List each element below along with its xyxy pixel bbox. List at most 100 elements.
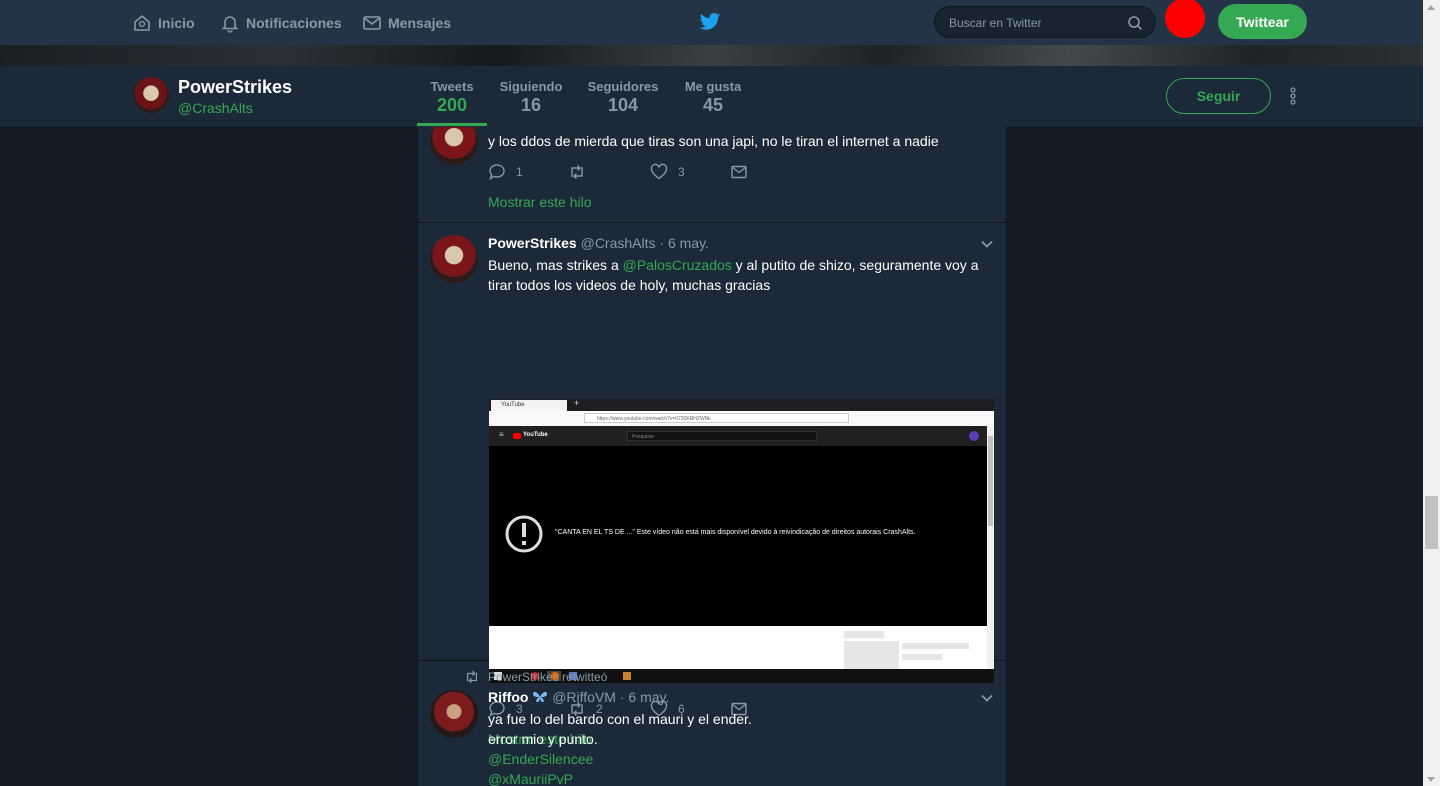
show-thread-link[interactable]: Mostrar este hilo	[488, 194, 591, 210]
browser-scrollbar-thumb	[988, 436, 993, 526]
tweet-text: ya fue lo del bardo con el mauri y el en…	[488, 709, 998, 786]
youtube-header: ≡ YouTube Pesquisar	[489, 426, 987, 446]
dm-action[interactable]	[730, 163, 748, 181]
stat-label: Siguiendo	[499, 79, 563, 94]
browser-urlbar: https://www.youtube.com/watch?v=0730KRHZ…	[489, 411, 994, 427]
browser-tab: YouTube	[491, 400, 567, 411]
active-tab-indicator	[417, 123, 487, 126]
user-avatar[interactable]	[1165, 0, 1205, 38]
tweet-text: y los ddos de mierda que tiras son una j…	[488, 133, 939, 149]
stat-likes[interactable]: Me gusta 45	[680, 79, 746, 116]
browser-scrollbar	[987, 426, 994, 669]
profile-nav: PowerStrikes @CrashAlts Tweets 200 Sigui…	[0, 66, 1423, 128]
tweet-avatar[interactable]	[430, 127, 478, 165]
top-nav: Inicio Notificaciones Mensajes Twittear	[0, 0, 1423, 45]
like-action[interactable]: 3	[650, 163, 685, 181]
author-handle[interactable]: @RiffoVM	[552, 689, 616, 705]
search-icon[interactable]	[1127, 15, 1143, 31]
tweet[interactable]: PowerStrikes @CrashAlts · 6 may. Bueno, …	[418, 223, 1006, 747]
tweet[interactable]: PowerStrikes retwitteó Riffoo @RiffoVM ·…	[418, 661, 1006, 786]
stat-value: 45	[702, 95, 724, 115]
author-name[interactable]: Riffoo	[488, 689, 528, 705]
profile-name[interactable]: PowerStrikes	[178, 77, 292, 98]
scroll-up-arrow[interactable]	[1427, 5, 1435, 10]
tweet-header: PowerStrikes @CrashAlts · 6 may.	[488, 235, 709, 251]
separator-dot: ·	[619, 689, 625, 705]
nav-home-label: Inicio	[158, 15, 195, 31]
youtube-avatar	[969, 431, 979, 441]
retweet-icon	[571, 165, 583, 179]
tweet-avatar[interactable]	[430, 690, 478, 738]
stat-followers[interactable]: Seguidores 104	[584, 79, 662, 116]
reply-icon	[489, 164, 505, 181]
nav-messages[interactable]: Mensajes	[362, 12, 451, 34]
retweet-action[interactable]	[568, 163, 596, 181]
like-count: 3	[678, 165, 685, 179]
nav-notifications-label: Notificaciones	[246, 15, 342, 31]
tweet-avatar[interactable]	[430, 235, 478, 283]
chevron-down-icon[interactable]	[980, 237, 994, 251]
profile-banner	[0, 45, 1423, 66]
stat-value: 104	[607, 95, 639, 115]
author-name[interactable]: PowerStrikes	[488, 235, 577, 251]
nav-messages-label: Mensajes	[388, 15, 452, 31]
reply-action[interactable]: 1	[488, 163, 523, 181]
search-input[interactable]	[947, 7, 1121, 39]
stat-label: Seguidores	[587, 79, 659, 94]
tweet-line: ya fue lo del bardo con el mauri y el en…	[488, 711, 752, 727]
twitter-bird-icon[interactable]	[699, 12, 721, 32]
browser-url: https://www.youtube.com/watch?v=0730KRHZ…	[584, 413, 849, 423]
youtube-logo-icon	[513, 433, 521, 439]
nav-home[interactable]: Inicio	[132, 12, 195, 34]
stat-tweets[interactable]: Tweets 200	[417, 79, 487, 116]
tweet-text: Bueno, mas strikes a @PalosCruzados y al…	[488, 255, 998, 295]
envelope-icon	[363, 16, 381, 30]
timeline: y los ddos de mierda que tiras son una j…	[417, 127, 1007, 786]
warning-icon	[505, 515, 543, 553]
mention-link[interactable]: @xMauriiPvP	[488, 769, 998, 786]
stat-value: 16	[520, 95, 542, 115]
unavailable-message: "CANTA EN EL TS DE ..." Este vídeo não e…	[555, 529, 916, 536]
placeholder-block	[902, 643, 969, 649]
tweet-time[interactable]: 6 may.	[668, 235, 709, 251]
mention-link[interactable]: @EnderSilencee	[488, 749, 998, 769]
chevron-down-icon[interactable]	[980, 691, 994, 705]
tweet-time[interactable]: 6 may.	[628, 689, 669, 705]
menu-icon: ≡	[499, 430, 504, 439]
tweet-line: error mio y punto.	[488, 731, 598, 747]
tweet-header: Riffoo @RiffoVM · 6 may.	[488, 689, 669, 705]
tweet[interactable]: y los ddos de mierda que tiras son una j…	[418, 127, 1006, 223]
follow-button[interactable]: Seguir	[1166, 78, 1271, 114]
video-player: "CANTA EN EL TS DE ..." Este vídeo não e…	[489, 446, 987, 626]
butterfly-icon	[533, 691, 548, 703]
nav-notifications[interactable]: Notificaciones	[220, 12, 342, 34]
page-scrollbar[interactable]	[1423, 0, 1440, 786]
envelope-icon	[731, 165, 747, 179]
reply-count: 1	[516, 165, 523, 179]
tweet-image[interactable]: YouTube + https://www.youtube.com/watch?…	[489, 399, 994, 683]
retweeted-by[interactable]: PowerStrikes retwitteó	[488, 670, 607, 684]
browser-tabbar: YouTube +	[489, 399, 994, 411]
separator-dot: ·	[659, 235, 665, 251]
placeholder-block	[902, 654, 942, 660]
bell-icon	[221, 16, 239, 33]
placeholder-block	[844, 631, 884, 638]
home-icon	[134, 14, 150, 31]
stat-label: Tweets	[430, 79, 474, 94]
profile-avatar[interactable]	[133, 77, 169, 113]
profile-handle[interactable]: @CrashAlts	[178, 100, 253, 116]
youtube-search: Pesquisar	[627, 431, 817, 441]
stat-label: Me gusta	[684, 79, 742, 94]
tweet-text-part: Bueno, mas strikes a	[488, 257, 623, 273]
retweet-icon	[467, 670, 477, 684]
more-options-icon[interactable]	[1283, 86, 1303, 106]
mention-link[interactable]: @PalosCruzados	[623, 257, 732, 273]
tweet-button[interactable]: Twittear	[1218, 4, 1307, 39]
scroll-down-arrow[interactable]	[1427, 777, 1435, 782]
author-handle[interactable]: @CrashAlts	[581, 235, 656, 251]
scrollbar-thumb[interactable]	[1425, 496, 1438, 549]
new-tab-icon: +	[574, 399, 580, 408]
heart-icon	[650, 163, 668, 180]
search-box	[934, 6, 1156, 39]
stat-following[interactable]: Siguiendo 16	[496, 79, 566, 116]
